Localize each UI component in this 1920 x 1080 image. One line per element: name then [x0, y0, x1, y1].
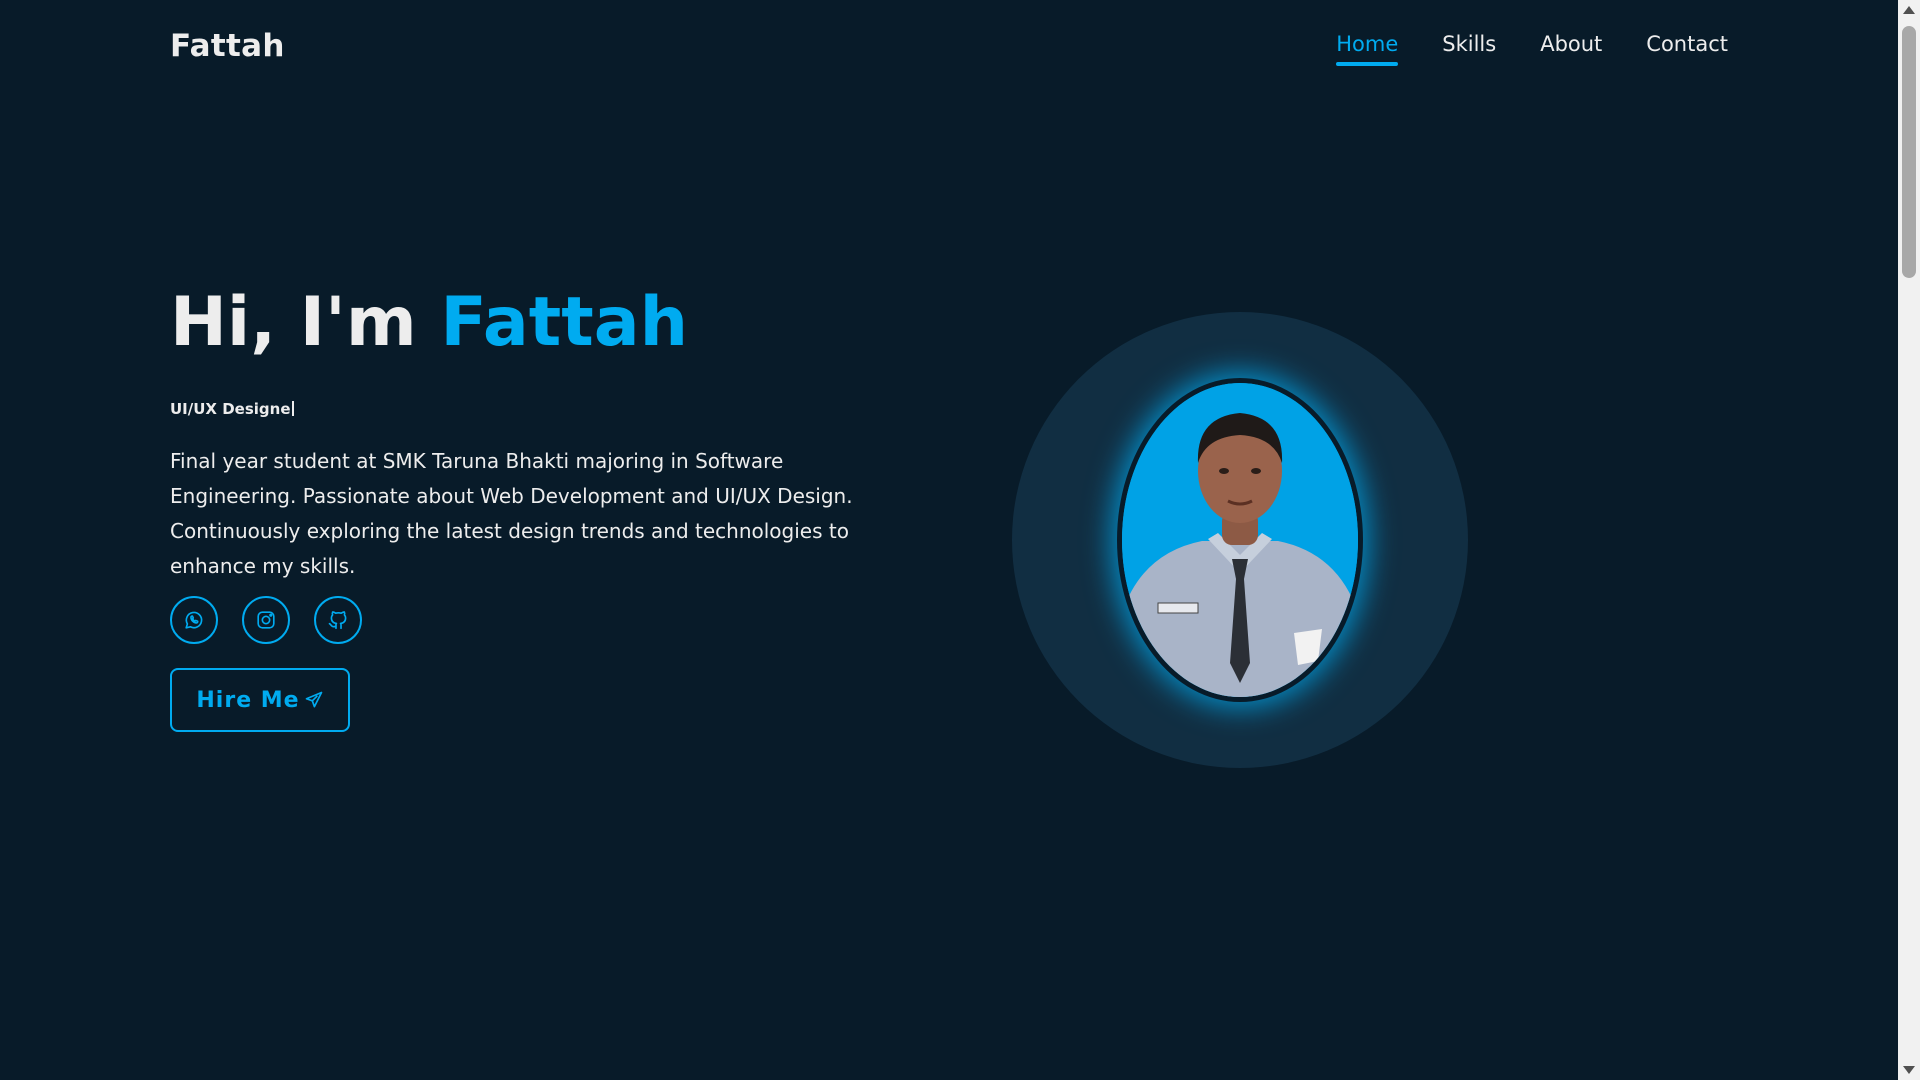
- send-icon: [305, 691, 322, 708]
- portrait-illustration: [1122, 383, 1358, 697]
- whatsapp-link[interactable]: [170, 596, 218, 644]
- page: Fattah Home Skills About Contact Hi, I'm…: [0, 0, 1898, 1080]
- site-header: Fattah Home Skills About Contact: [0, 0, 1898, 96]
- nav-skills[interactable]: Skills: [1442, 32, 1496, 66]
- whatsapp-icon: [185, 611, 203, 629]
- scroll-up-icon[interactable]: [1903, 6, 1915, 14]
- nav-contact[interactable]: Contact: [1646, 32, 1728, 66]
- hero-description: Final year student at SMK Taruna Bhakti …: [170, 449, 853, 578]
- nav-home[interactable]: Home: [1336, 32, 1399, 66]
- main-nav: Home Skills About Contact: [1292, 32, 1728, 66]
- role-typing: UI/UX Designe: [170, 400, 294, 418]
- profile-photo: [1117, 378, 1363, 702]
- scrollbar[interactable]: [1898, 0, 1920, 1080]
- hero-name: Fattah: [440, 283, 689, 362]
- scroll-down-icon[interactable]: [1903, 1066, 1915, 1074]
- nav-about[interactable]: About: [1540, 32, 1602, 66]
- github-link[interactable]: [314, 596, 362, 644]
- hero-greeting: Hi, I'm: [170, 283, 417, 362]
- typing-cursor: [291, 401, 294, 416]
- hire-me-button[interactable]: Hire Me: [170, 668, 350, 732]
- instagram-link[interactable]: [242, 596, 290, 644]
- social-links: [170, 596, 362, 644]
- hire-me-label: Hire Me: [196, 687, 300, 713]
- scroll-thumb[interactable]: [1902, 26, 1916, 278]
- logo[interactable]: Fattah: [170, 28, 285, 64]
- github-icon: [328, 611, 347, 630]
- instagram-icon: [257, 611, 275, 629]
- hero-title: Hi, I'm Fattah: [170, 283, 689, 362]
- role-text: UI/UX Designe: [170, 400, 291, 418]
